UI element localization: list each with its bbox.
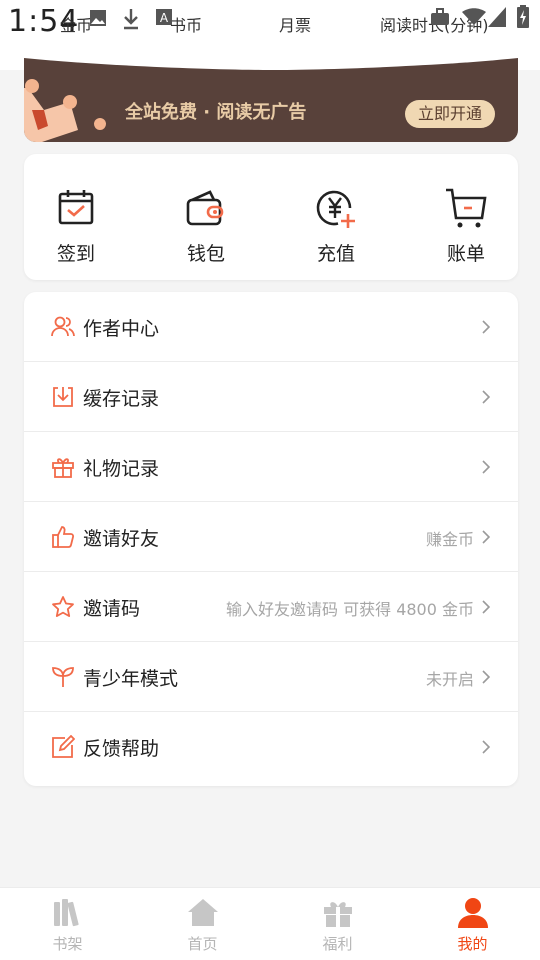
menu-item-label: 青少年模式 xyxy=(83,668,179,690)
vip-banner-text: 全站免费 · 阅读无广告 xyxy=(125,102,307,123)
quick-action-checkin[interactable]: 签到 xyxy=(24,154,128,280)
quick-action-label: 签到 xyxy=(56,243,95,265)
crown-icon xyxy=(24,79,106,142)
image-icon xyxy=(90,10,106,26)
user-icon xyxy=(458,898,488,928)
yen-plus-icon xyxy=(316,190,355,228)
chevron-right-icon xyxy=(482,530,490,544)
quick-action-bill[interactable]: 账单 xyxy=(414,154,518,280)
chevron-right-icon xyxy=(482,670,490,684)
menu-item-feedback-help[interactable]: 反馈帮助 xyxy=(24,712,518,782)
quick-action-recharge[interactable]: 充值 xyxy=(284,154,388,280)
quick-actions-card: 签到 钱包 充值 账单 xyxy=(24,154,518,280)
nav-tab-welfare[interactable]: 福利 xyxy=(270,888,405,960)
edit-icon xyxy=(52,735,75,758)
menu-item-gift-records[interactable]: 礼物记录 xyxy=(24,432,518,502)
quick-action-wallet[interactable]: 钱包 xyxy=(154,154,258,280)
battery-icon xyxy=(517,5,529,28)
chevron-right-icon xyxy=(482,740,490,754)
menu-item-cache-records[interactable]: 缓存记录 xyxy=(24,362,518,432)
chevron-right-icon xyxy=(482,320,490,334)
users-icon xyxy=(51,316,75,337)
vip-subscribe-button[interactable]: 立即开通 xyxy=(405,100,495,128)
menu-item-invite-friends[interactable]: 邀请好友 赚金币 xyxy=(24,502,518,572)
menu-item-label: 邀请好友 xyxy=(83,528,160,550)
nav-tab-mine[interactable]: 我的 xyxy=(405,888,540,960)
signal-icon xyxy=(488,7,506,27)
gift-box-icon xyxy=(324,902,352,927)
star-icon xyxy=(52,596,74,617)
chevron-right-icon xyxy=(482,390,490,404)
menu-item-label: 邀请码 xyxy=(83,598,141,620)
menu-item-hint: 赚金币 xyxy=(425,530,474,549)
quick-action-label: 账单 xyxy=(446,243,485,265)
menu-item-invite-code[interactable]: 邀请码 输入好友邀请码 可获得 4800 金币 xyxy=(24,572,518,642)
menu-item-author-center[interactable]: 作者中心 xyxy=(24,292,518,362)
menu-item-hint: 未开启 xyxy=(425,670,474,689)
nav-tab-label: 书架 xyxy=(52,935,83,953)
home-icon xyxy=(188,899,218,926)
svg-text:A: A xyxy=(160,11,169,25)
nav-tab-home[interactable]: 首页 xyxy=(135,888,270,960)
calendar-check-icon xyxy=(58,190,94,225)
menu-item-label: 礼物记录 xyxy=(83,458,160,480)
thumbs-up-icon xyxy=(52,526,75,548)
nav-tab-label: 我的 xyxy=(457,935,488,953)
download-box-icon xyxy=(53,387,73,407)
sprout-icon xyxy=(52,667,74,687)
translate-icon: A xyxy=(156,9,172,25)
nav-tab-label: 福利 xyxy=(322,935,353,953)
menu-item-label: 反馈帮助 xyxy=(83,738,160,760)
cart-icon xyxy=(446,188,487,228)
menu-item-teen-mode[interactable]: 青少年模式 未开启 xyxy=(24,642,518,712)
quick-action-label: 钱包 xyxy=(186,243,225,265)
bottom-nav: 书架 首页 福利 我的 xyxy=(0,887,540,960)
chevron-right-icon xyxy=(482,600,490,614)
stat-label-coins[interactable]: 金币 xyxy=(60,12,92,36)
chevron-right-icon xyxy=(482,460,490,474)
menu-list: 作者中心 缓存记录 礼物记录 邀请好友 赚金币 邀请码 输入好友邀请码 可获得 … xyxy=(24,292,518,786)
briefcase-icon xyxy=(431,8,449,25)
download-icon xyxy=(124,9,138,30)
bookshelf-icon xyxy=(54,899,79,927)
menu-item-hint: 输入好友邀请码 可获得 4800 金币 xyxy=(226,600,474,619)
nav-tab-bookshelf[interactable]: 书架 xyxy=(0,888,135,960)
vip-banner[interactable]: 全站免费 · 阅读无广告 立即开通 xyxy=(24,56,518,142)
gift-icon xyxy=(52,458,74,478)
menu-item-label: 缓存记录 xyxy=(83,388,160,410)
quick-action-label: 充值 xyxy=(316,243,355,265)
menu-item-label: 作者中心 xyxy=(83,318,160,340)
nav-tab-label: 首页 xyxy=(187,935,218,953)
wifi-icon xyxy=(462,8,486,25)
wallet-icon xyxy=(186,190,224,226)
